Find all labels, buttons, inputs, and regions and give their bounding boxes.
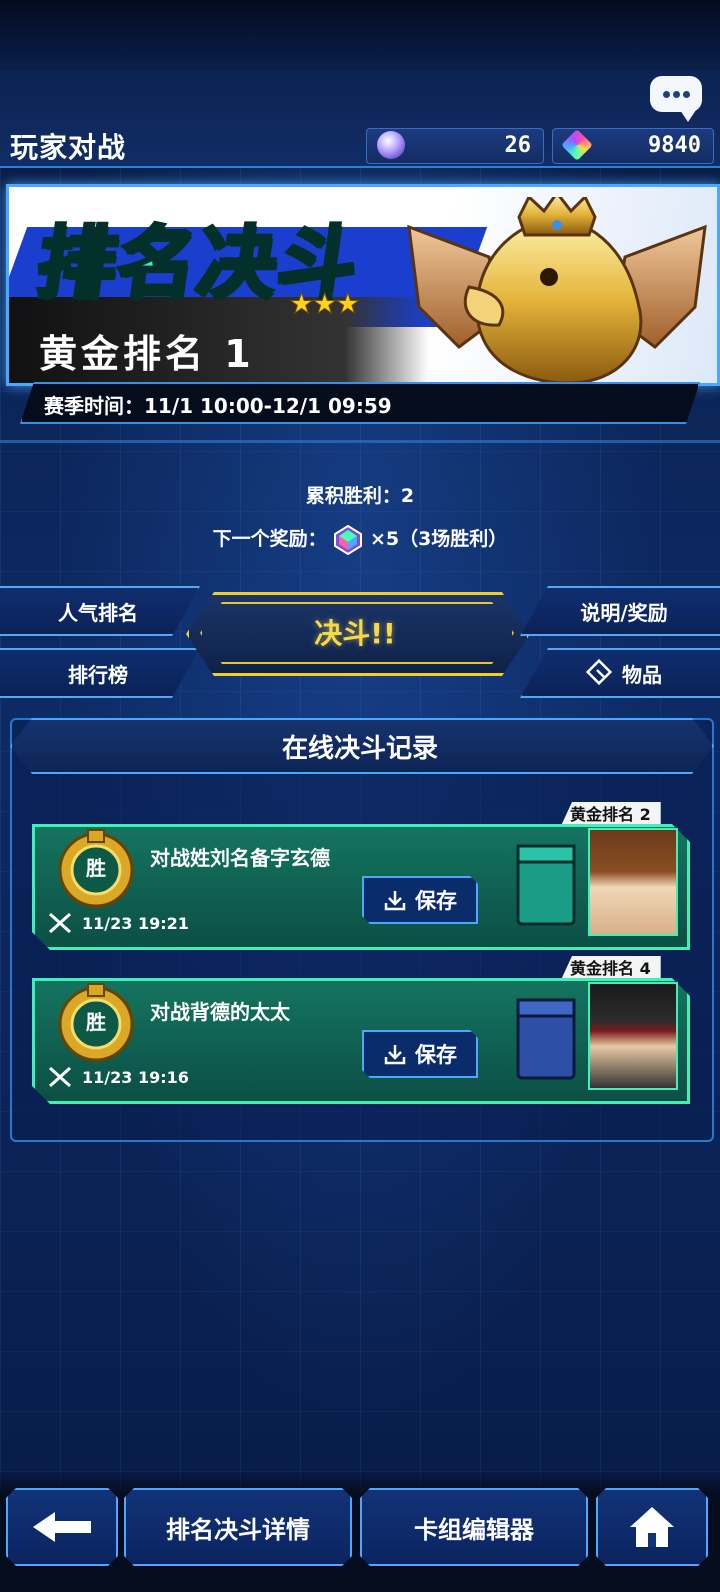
items-button[interactable]: 物品: [520, 648, 720, 698]
crossed-swords-icon: [48, 912, 72, 934]
gem-icon: [561, 129, 593, 161]
popularity-ranking-button[interactable]: 人气排名: [0, 586, 200, 636]
page-title: 玩家对战: [10, 131, 127, 164]
home-icon: [628, 1505, 676, 1549]
opponent-name: 对战背德的太太: [150, 1000, 290, 1024]
win-label: 胜: [86, 856, 106, 880]
next-reward-line: 下一个奖励： ×5（3场胜利）: [0, 524, 720, 555]
items-label: 物品: [622, 662, 662, 687]
duel-time: 11/23 19:21: [82, 914, 189, 933]
divider: [0, 440, 720, 443]
chat-icon[interactable]: [650, 76, 702, 122]
orb-currency[interactable]: 26: [366, 128, 544, 164]
wins-line: 累积胜利：2: [0, 481, 720, 508]
save-replay-button[interactable]: 保存: [362, 876, 478, 924]
wins-value: 2: [400, 485, 415, 507]
gem-count: 9840: [648, 133, 701, 158]
season-value: 11/1 10:00-12/1 09:59: [144, 394, 392, 418]
deck-editor-button[interactable]: 卡组编辑器: [360, 1488, 588, 1566]
duel-record-title: 在线决斗记录: [281, 734, 438, 764]
leaderboard-button[interactable]: 排行榜: [0, 648, 200, 698]
status-area: [0, 0, 720, 70]
info-rewards-button[interactable]: 说明/奖励: [520, 586, 720, 636]
back-arrow-icon: [31, 1510, 93, 1544]
gem-icon: [334, 524, 363, 555]
next-reward-amount: ×5（3场胜利）: [369, 528, 508, 550]
download-icon: [383, 888, 407, 912]
wins-label: 累积胜利：: [305, 485, 401, 507]
ranked-banner: 排名决斗 ★★★ 黄金排名 1 赛季时间：11/1 10:00-12/1 09:…: [0, 180, 720, 428]
opponent-name: 对战姓刘名备字玄德: [150, 846, 330, 870]
ranked-details-button[interactable]: 排名决斗详情: [124, 1488, 352, 1566]
opponent-avatar: [588, 828, 678, 936]
back-button[interactable]: [6, 1488, 118, 1566]
items-icon: [586, 659, 613, 686]
home-button[interactable]: [596, 1488, 708, 1566]
deck-box-icon: [516, 998, 576, 1080]
duel-time: 11/23 19:16: [82, 1068, 189, 1087]
gold-eagle-emblem: [407, 197, 707, 383]
gem-currency[interactable]: 9840: [552, 128, 714, 164]
deck-box-icon: [516, 844, 576, 926]
rank-stars: ★★★: [288, 287, 360, 321]
duel-button[interactable]: 决斗!!: [186, 612, 524, 652]
orb-icon: [377, 131, 405, 159]
save-replay-button[interactable]: 保存: [362, 1030, 478, 1078]
season-bar: 赛季时间：11/1 10:00-12/1 09:59: [20, 382, 700, 424]
crossed-swords-icon: [48, 1066, 72, 1088]
orb-count: 26: [504, 133, 532, 158]
season-label: 赛季时间：11/1 10:00-12/1 09:59: [44, 394, 392, 418]
opponent-avatar: [588, 982, 678, 1090]
win-label: 胜: [86, 1010, 106, 1034]
save-label: 保存: [415, 889, 457, 913]
download-icon: [383, 1042, 407, 1066]
banner-frame: 排名决斗 ★★★ 黄金排名 1: [6, 184, 720, 386]
next-reward-label: 下一个奖励：: [212, 528, 327, 550]
save-label: 保存: [415, 1043, 457, 1067]
rank-name: 黄金排名 1: [39, 332, 255, 376]
